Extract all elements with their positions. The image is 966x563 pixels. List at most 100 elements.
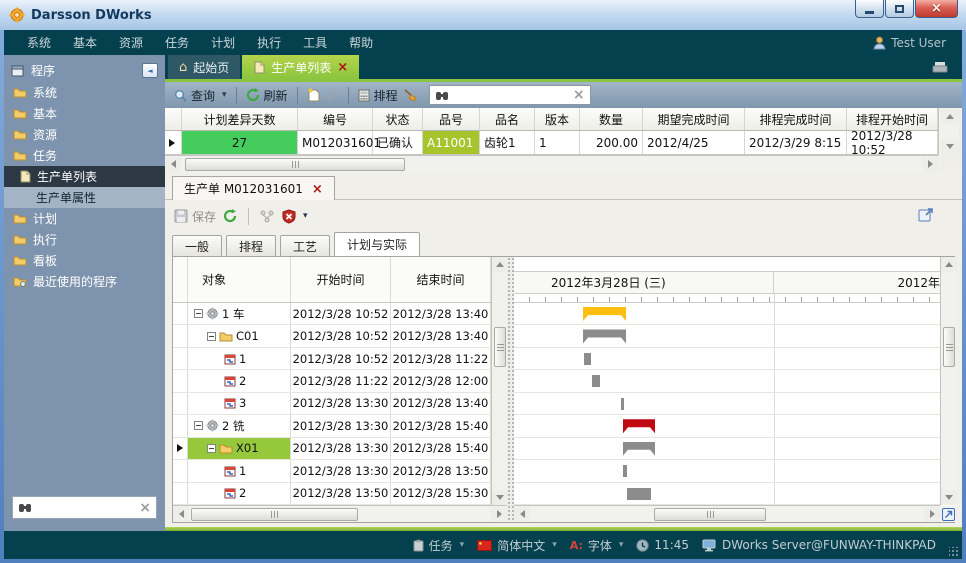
orders-vertical-scrollbar[interactable] (938, 108, 958, 155)
gantt-horizontal-scrollbar[interactable] (514, 505, 940, 522)
collapse-toggle-icon[interactable] (194, 309, 203, 318)
clear-search-icon[interactable]: × (139, 501, 151, 515)
tree-row[interactable]: X012012/3/28 13:302012/3/28 15:40 (173, 438, 491, 460)
col-end-time[interactable]: 结束时间 (391, 257, 491, 302)
tree-vertical-scrollbar[interactable] (491, 257, 507, 505)
popout-icon[interactable] (918, 206, 935, 223)
col-object[interactable]: 对象 (188, 257, 291, 302)
sidebar-item-order-props[interactable]: 生产单属性 (4, 187, 165, 208)
tab-general[interactable]: 一般 (172, 235, 222, 256)
sidebar-item-execute[interactable]: 执行 (4, 229, 165, 250)
sidebar-search-input[interactable] (36, 501, 135, 515)
maximize-button[interactable] (885, 0, 914, 18)
tab-order-list[interactable]: 生产单列表 (242, 55, 359, 79)
tab-plan-vs-actual[interactable]: 计划与实际 (334, 232, 420, 256)
tree-object-cell[interactable]: 1 车 (188, 303, 291, 324)
tab-home[interactable]: ⌂ 起始页 (168, 55, 240, 79)
broom-icon[interactable] (403, 88, 418, 102)
menu-basic[interactable]: 基本 (62, 34, 108, 51)
order-row[interactable]: 27 M012031601 已确认 A11001 齿轮1 1 200.00 20… (165, 131, 938, 155)
shield-cancel-icon[interactable] (282, 209, 308, 224)
menu-resource[interactable]: 资源 (108, 34, 154, 51)
col-sched-end[interactable]: 排程完成时间 (745, 108, 847, 130)
status-font-menu[interactable]: 字体 (570, 537, 624, 554)
gantt-bar[interactable] (621, 398, 624, 410)
sidebar-item-kanban[interactable]: 看板 (4, 250, 165, 271)
collapse-toggle-icon[interactable] (207, 444, 216, 453)
printer-icon[interactable] (932, 61, 948, 73)
gantt-bar[interactable] (627, 488, 651, 500)
tree-object-cell[interactable]: 1 (188, 460, 291, 481)
col-sched-start[interactable]: 排程开始时间 (847, 108, 938, 130)
col-status[interactable]: 状态 (373, 108, 423, 130)
tree-row[interactable]: 22012/3/28 13:502012/3/28 15:30 (173, 483, 491, 505)
scroll-left-icon[interactable] (165, 157, 181, 172)
menu-system[interactable]: 系统 (16, 34, 62, 51)
schedule-button[interactable]: 排程 (358, 87, 398, 104)
sidebar-item-basic[interactable]: 基本 (4, 103, 165, 124)
tree-row[interactable]: C012012/3/28 10:522012/3/28 13:40 (173, 325, 491, 347)
tree-row[interactable]: 1 车2012/3/28 10:522012/3/28 13:40 (173, 303, 491, 325)
sidebar-item-task[interactable]: 任务 (4, 145, 165, 166)
sidebar-item-recent[interactable]: 最近使用的程序 (4, 271, 165, 292)
scroll-right-icon[interactable] (922, 157, 938, 172)
sidebar-collapse-button[interactable] (142, 63, 158, 78)
menu-help[interactable]: 帮助 (338, 34, 384, 51)
current-user[interactable]: Test User (873, 36, 946, 50)
menu-tools[interactable]: 工具 (292, 34, 338, 51)
sidebar-item-plan[interactable]: 计划 (4, 208, 165, 229)
refresh-button[interactable]: 刷新 (246, 87, 288, 104)
menu-plan[interactable]: 计划 (200, 34, 246, 51)
tree-row[interactable]: 12012/3/28 10:522012/3/28 11:22 (173, 348, 491, 370)
edit-pencil-icon[interactable] (325, 88, 339, 102)
close-tab-icon[interactable] (337, 60, 348, 74)
splitter-handle[interactable] (507, 257, 514, 522)
new-button[interactable] (307, 88, 320, 102)
query-button[interactable]: 查询 (174, 87, 227, 104)
tree-object-cell[interactable]: 2 铣 (188, 415, 291, 436)
tree-object-cell[interactable]: X01 (188, 438, 291, 459)
gantt-vertical-scrollbar[interactable] (940, 257, 956, 505)
sidebar-item-resource[interactable]: 资源 (4, 124, 165, 145)
gantt-bar[interactable] (584, 353, 591, 365)
col-item-name[interactable]: 品名 (480, 108, 535, 130)
collapse-toggle-icon[interactable] (207, 332, 216, 341)
tab-process[interactable]: 工艺 (280, 235, 330, 256)
status-task-menu[interactable]: 任务 (413, 537, 465, 554)
menu-execute[interactable]: 执行 (246, 34, 292, 51)
tree-object-cell[interactable]: 1 (188, 348, 291, 369)
detail-tab[interactable]: 生产单 M012031601 (172, 176, 335, 200)
col-start-time[interactable]: 开始时间 (291, 257, 391, 302)
tree-object-cell[interactable]: C01 (188, 325, 291, 346)
resize-grip[interactable] (949, 547, 959, 557)
gantt-popout-icon[interactable] (940, 506, 956, 522)
tab-schedule[interactable]: 排程 (226, 235, 276, 256)
minimize-button[interactable] (855, 0, 884, 18)
refresh-icon[interactable] (223, 209, 237, 223)
save-button[interactable]: 保存 (174, 208, 216, 225)
gantt-bar[interactable] (592, 375, 600, 387)
col-qty[interactable]: 数量 (580, 108, 643, 130)
clear-search-icon[interactable]: × (573, 88, 585, 102)
col-expected-end[interactable]: 期望完成时间 (643, 108, 745, 130)
tree-row[interactable]: 22012/3/28 11:222012/3/28 12:00 (173, 370, 491, 392)
orders-horizontal-scrollbar[interactable] (165, 155, 938, 172)
col-version[interactable]: 版本 (535, 108, 580, 130)
menu-task[interactable]: 任务 (154, 34, 200, 51)
scrollbar-thumb[interactable] (185, 158, 405, 171)
hierarchy-icon[interactable] (260, 210, 275, 223)
col-diff-days[interactable]: 计划差异天数 (182, 108, 298, 130)
tree-horizontal-scrollbar[interactable] (173, 505, 507, 522)
tree-object-cell[interactable]: 2 (188, 370, 291, 391)
col-code[interactable]: 编号 (298, 108, 373, 130)
sidebar-item-order-list[interactable]: 生产单列表 (4, 166, 165, 187)
collapse-toggle-icon[interactable] (194, 421, 203, 430)
close-button[interactable] (915, 0, 958, 18)
tree-object-cell[interactable]: 2 (188, 483, 291, 504)
col-item-no[interactable]: 品号 (423, 108, 480, 130)
sidebar-item-system[interactable]: 系统 (4, 82, 165, 103)
toolbar-search-input[interactable] (453, 88, 569, 102)
tree-row[interactable]: 2 铣2012/3/28 13:302012/3/28 15:40 (173, 415, 491, 437)
tree-row[interactable]: 12012/3/28 13:302012/3/28 13:50 (173, 460, 491, 482)
close-detail-icon[interactable] (312, 182, 323, 196)
